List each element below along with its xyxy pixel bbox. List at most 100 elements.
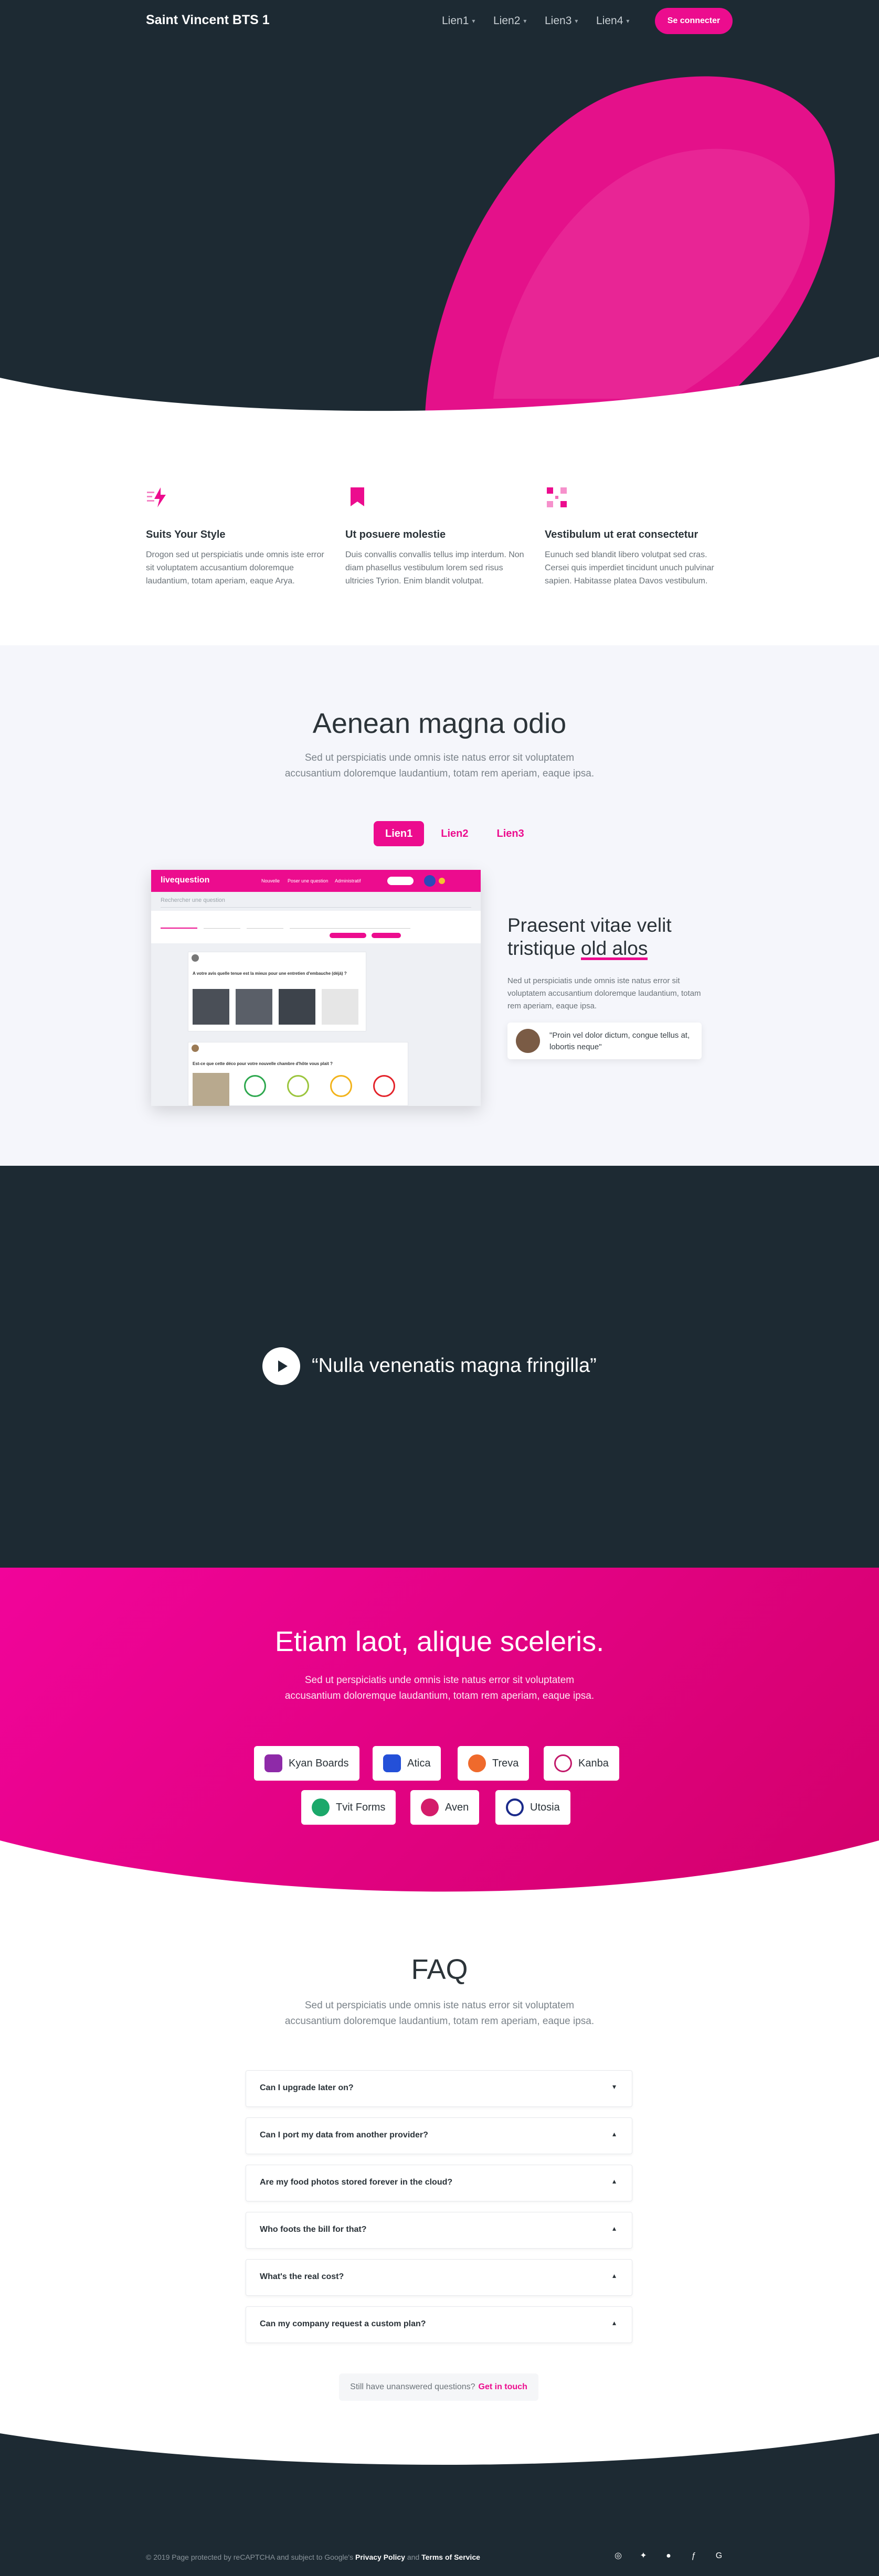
mock-search: Rechercher une question [161,897,471,908]
footer-wave-divider [0,2428,879,2465]
app-screenshot-mockup: livequestion Nouvelle Poser une question… [151,870,481,1106]
footer-and: and [407,2553,420,2561]
brand-logo[interactable]: Saint Vincent BTS 1 [146,13,270,28]
nav-link-label: Lien3 [545,15,572,27]
privacy-policy-link[interactable]: Privacy Policy [355,2553,405,2561]
nav-link-1[interactable]: Lien1 ▾ [442,15,475,27]
dribbble-icon[interactable]: ◎ [612,2550,624,2562]
integration-atica[interactable]: Atica [373,1746,441,1781]
integration-tvit-forms[interactable]: Tvit Forms [301,1790,396,1825]
product-section: Aenean magna odio Sed ut perspiciatis un… [0,645,879,1166]
tab-lien1[interactable]: Lien1 [374,821,425,846]
feature-title: Ut posuere molestie [345,529,446,540]
play-button[interactable] [262,1347,300,1385]
faq-item[interactable]: Who foots the bill for that? ▴ [246,2212,632,2249]
top-navbar: Saint Vincent BTS 1 Lien1 ▾ Lien2 ▾ Lien3 ▾… [0,0,879,42]
tab-pills: Lien1 Lien2 Lien3 [374,821,536,846]
feature-text: Duis convallis convallis tellus imp inte… [345,550,524,586]
mock-question-card: A votre avis quelle tenue est la mieux p… [188,952,366,1031]
faq-item[interactable]: Can my company request a custom plan? ▴ [246,2306,632,2343]
aven-logo-icon [421,1798,439,1816]
faq-item[interactable]: What's the real cost? ▴ [246,2259,632,2296]
faq-item[interactable]: Are my food photos stored forever in the… [246,2165,632,2201]
integration-utosia[interactable]: Utosia [495,1790,570,1825]
feature-title: Vestibulum ut erat consectetur [545,529,698,540]
feature-text: Drogon sed ut perspiciatis unde omnis is… [146,550,324,586]
chevron-down-icon: ▾ [626,17,630,25]
feature-title: Suits Your Style [146,529,226,540]
section-title: Etiam laot, alique sceleris. [274,1626,605,1657]
chevron-down-icon: ▾ [612,2082,616,2091]
heading-line: Praesent vitae velit [507,914,672,936]
faq-more-text: Still have unanswered questions? [350,2382,475,2391]
feature-card: Suits Your Style Drogon sed ut perspicia… [146,485,330,588]
mock-question-title: A votre avis quelle tenue est la mieux p… [193,971,347,976]
faq-contact-box: Still have unanswered questions? Get in … [339,2373,538,2401]
integration-label: Atica [407,1757,431,1769]
bookmark-icon [351,487,364,506]
mock-image [236,989,272,1025]
faq-question: Are my food photos stored forever in the… [260,2178,453,2187]
faq-question: Can my company request a custom plan? [260,2319,426,2328]
integrations-section: Etiam laot, alique sceleris. Sed ut pers… [0,1568,879,1903]
section2-heading: Praesent vitae velit tristique old alos [507,914,707,960]
chevron-down-icon: ▾ [472,17,475,25]
mock-logo: livequestion [161,876,210,885]
faq-item[interactable]: Can I port my data from another provider… [246,2117,632,2154]
faq-item[interactable]: Can I upgrade later on? ▾ [246,2070,632,2107]
smiley-sad-icon [373,1075,395,1097]
footer: © 2019 Page protected by reCAPTCHA and s… [0,2428,879,2576]
tab-lien2[interactable]: Lien2 [429,821,480,846]
integration-aven[interactable]: Aven [410,1790,480,1825]
integration-kyan-boards[interactable]: Kyan Boards [254,1746,359,1781]
section-subtitle-line: accusantium doloremque laudantium, totam… [284,1690,595,1701]
mock-question-title: Est-ce que cette déco pour votre nouvell… [193,1061,333,1066]
section-subtitle: Sed ut perspiciatis unde omnis iste natu… [0,1998,879,2029]
mock-filters [151,911,481,943]
facebook-icon[interactable]: ƒ [687,2550,700,2562]
feature-text: Eunuch sed blandit libero volutpat sed c… [545,550,714,586]
github-icon[interactable]: ● [662,2550,675,2562]
twitter-icon[interactable]: ✦ [637,2550,650,2562]
login-button[interactable]: Se connecter [655,8,733,34]
nav-link-3[interactable]: Lien3 ▾ [545,15,578,27]
terms-of-service-link[interactable]: Terms of Service [421,2553,480,2561]
video-section: “Nulla venenatis magna fringilla” [0,1166,879,1568]
mock-image [193,1073,229,1106]
heading-text: tristique [507,938,581,959]
nav-link-2[interactable]: Lien2 ▾ [493,15,526,27]
tvit-forms-logo-icon [312,1798,330,1816]
nav-link-label: Lien2 [493,15,521,27]
integration-label: Utosia [530,1801,560,1813]
section2-text: Ned ut perspiciatis unde omnis iste natu… [507,976,701,1010]
footer-copyright: © 2019 Page protected by reCAPTCHA and s… [146,2553,354,2561]
hero-wave-divider [0,357,879,425]
avatar [516,1029,540,1053]
integration-kanba[interactable]: Kanba [544,1746,619,1781]
smiley-happy-icon [244,1075,266,1097]
section-subtitle-line: Sed ut perspiciatis unde omnis iste natu… [304,752,575,763]
tab-lien3[interactable]: Lien3 [485,821,536,846]
section-subtitle: Sed ut perspiciatis unde omnis iste natu… [0,1673,879,1704]
heading-underlined-text: old alos [580,938,648,960]
mock-image [279,989,315,1025]
nav-link-4[interactable]: Lien4 ▾ [596,15,629,27]
section-title: Aenean magna odio [312,708,567,739]
atica-logo-icon [383,1754,401,1772]
footer-legal-text: © 2019 Page protected by reCAPTCHA and s… [146,2553,480,2561]
google-icon[interactable]: G [713,2550,725,2562]
faq-question: Who foots the bill for that? [260,2225,367,2234]
integration-treva[interactable]: Treva [458,1746,529,1781]
pink-wave-divider [0,1840,879,1903]
mock-avatar [424,875,436,887]
mock-image [322,989,358,1025]
treva-logo-icon [468,1754,486,1772]
section-subtitle-line: Sed ut perspiciatis unde omnis iste natu… [304,1675,575,1686]
kyan-boards-logo-icon [264,1754,282,1772]
faq-question: Can I upgrade later on? [260,2083,354,2092]
mock-menu-item: Nouvelle [261,878,280,883]
smiley-ok-icon [287,1075,309,1097]
get-in-touch-link[interactable]: Get in touch [479,2382,527,2392]
feature-card: Ut posuere molestie Duis convallis conva… [345,485,529,588]
integration-label: Treva [492,1757,519,1769]
